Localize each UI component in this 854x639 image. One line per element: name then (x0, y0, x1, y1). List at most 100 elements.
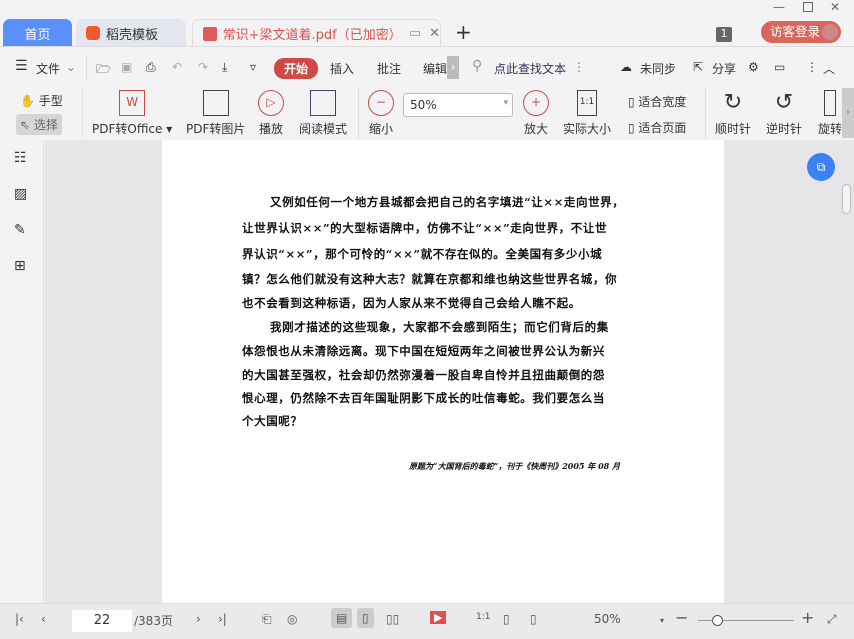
divider (705, 88, 706, 138)
zoom-level[interactable]: 50% (594, 612, 621, 626)
file-menu[interactable]: 文件 (36, 60, 60, 77)
more-icon[interactable]: ⋮ (573, 60, 585, 74)
zoom-slider[interactable] (698, 615, 794, 626)
zoom-dropdown-icon[interactable]: ▾ (660, 616, 664, 625)
save-icon[interactable]: ▣ (121, 60, 132, 74)
label: 缩小 (368, 122, 393, 136)
select-tool[interactable]: ⇖ 选择 (16, 114, 62, 135)
menu-icon[interactable]: ☰ (15, 58, 28, 74)
fullscreen-icon[interactable]: ⤢ (827, 612, 837, 627)
fit-width-icon[interactable]: ▯ (530, 612, 537, 626)
convert-icon[interactable]: ⊞ (14, 258, 26, 274)
play-icon: ▷ (258, 90, 284, 116)
tab-count-badge[interactable]: 1 (716, 27, 732, 42)
minimize-button[interactable]: — (773, 0, 785, 14)
pdf-to-office-button[interactable]: W PDF转Office ▾ (92, 90, 172, 137)
new-tab-button[interactable]: + (455, 20, 472, 44)
fit-width-button[interactable]: ▯ 适合宽度 (628, 93, 686, 110)
collapse-icon[interactable]: ︿ (823, 60, 835, 77)
zoom-out-button[interactable]: − (675, 608, 688, 627)
paragraph-line: 镇？怎么他们就没有这种大志？就算在京都和维也纳这些世界名城，你 (242, 272, 618, 286)
share-button[interactable]: 分享 (712, 60, 736, 77)
more-dropdown-icon[interactable]: ▿ (250, 60, 256, 74)
actual-size-icon[interactable]: 1:1 (476, 612, 490, 622)
annotation-icon[interactable]: ✎ (14, 222, 26, 238)
page-input[interactable]: 22 (72, 610, 132, 632)
zoom-select[interactable]: 50% ▾ (403, 93, 513, 117)
search-icon[interactable]: ⚲ (472, 58, 482, 74)
paragraph-line: 界认识“××”，那个可怜的“××”就不存在似的。全美国有多少小城 (242, 247, 603, 261)
paragraph-line: 又例如任何一个地方县城都会把自己的名字填进“让××走向世界， (270, 195, 625, 209)
search-text-button[interactable]: 点此查找文本 (494, 60, 566, 77)
double-page-icon[interactable]: ▯▯ (386, 612, 399, 626)
book-icon (310, 90, 336, 116)
scrollbar-thumb[interactable] (842, 184, 851, 214)
zoom-in-button[interactable]: + (801, 608, 814, 627)
zoom-out-button[interactable]: − 缩小 (368, 90, 394, 137)
more-options-icon[interactable]: ⋮ (806, 60, 818, 74)
float-convert-button[interactable]: ⧉ (807, 153, 835, 181)
login-button[interactable]: 访客登录 (761, 21, 841, 43)
tab-annotate[interactable]: 批注 (377, 60, 401, 77)
continuous-view-icon[interactable]: ▤ (331, 608, 353, 628)
thumbnails-icon[interactable]: ☷ (14, 150, 27, 166)
share-icon[interactable]: ⇱ (693, 60, 703, 74)
tab-start[interactable]: 开始 (274, 58, 319, 79)
image-icon[interactable]: ▨ (14, 186, 27, 202)
tab-pdf[interactable]: 常识+梁文道着.pdf（已加密） ▭ ✕ (192, 19, 441, 47)
toolbar-scroll-right[interactable]: › (842, 88, 854, 138)
fit-page-button[interactable]: ▯ 适合页面 (628, 119, 686, 136)
pin-icon[interactable]: ▭ (409, 26, 421, 41)
settings-icon[interactable]: ⚙ (748, 60, 759, 74)
zoom-in-button[interactable]: + 放大 (523, 90, 549, 137)
open-icon[interactable]: 🗁 (96, 60, 111, 81)
paragraph-line: 也不会看到这种标语，因为人家从来不觉得自己会给人瞧不起。 (242, 296, 581, 310)
tab-insert[interactable]: 插入 (330, 60, 354, 77)
pdf-to-word-icon: W (119, 90, 146, 116)
paragraph-line: 体怨恨也从未清除远离。现下中国在短短两年之间被世界公认为新兴 (242, 344, 605, 358)
first-page-button[interactable]: |‹ (15, 612, 24, 626)
undo-icon[interactable]: ↶ (172, 60, 182, 74)
divider (0, 46, 854, 47)
back-icon[interactable]: ⎗ (262, 612, 272, 627)
eye-protection-icon[interactable]: ◎ (287, 612, 297, 626)
rotate-counterclockwise-button[interactable]: ↺ 逆时针 (766, 90, 802, 137)
close-window-button[interactable]: ✕ (830, 0, 840, 14)
pdf-to-image-button[interactable]: PDF转图片 (186, 90, 245, 137)
play-icon[interactable]: ▶ (430, 611, 447, 624)
read-mode-button[interactable]: 阅读模式 (299, 90, 347, 137)
actual-size-button[interactable]: 1:1 实际大小 (563, 90, 611, 137)
redo-icon[interactable]: ↷ (198, 60, 208, 74)
hand-tool[interactable]: ✋ 手型 (20, 92, 63, 109)
left-sidebar: ☷ ▨ ✎ ⊞ (0, 140, 44, 603)
scroll-right-icon[interactable]: › (447, 56, 459, 79)
avatar-icon (822, 24, 838, 40)
tab-edit[interactable]: 编辑 (423, 60, 447, 77)
label: 适合页面 (638, 121, 687, 135)
label: PDF转Office (92, 122, 163, 136)
rotate-icon (824, 90, 836, 116)
chevron-down-icon[interactable]: ⌄ (66, 60, 76, 74)
tab-home[interactable]: 首页 (3, 19, 72, 47)
divider (86, 56, 87, 80)
single-page-icon[interactable]: ▯ (357, 608, 374, 628)
cloud-icon[interactable]: ☁ (620, 60, 632, 74)
next-page-button[interactable]: › (196, 612, 201, 626)
feedback-icon[interactable]: ▭ (774, 60, 785, 74)
tab-docer[interactable]: 稻壳模板 (76, 19, 186, 47)
fit-page-icon[interactable]: ▯ (503, 612, 510, 626)
rotate-button[interactable]: 旋转 (818, 90, 842, 137)
print-icon[interactable]: ⎙ (146, 60, 156, 75)
label: 逆时针 (766, 122, 803, 136)
export-icon[interactable]: ⤓ (222, 60, 227, 75)
rotate-ccw-icon: ↺ (774, 90, 794, 115)
last-page-button[interactable]: ›| (218, 612, 227, 626)
play-button[interactable]: ▷ 播放 (258, 90, 284, 137)
sync-status[interactable]: 未同步 (640, 60, 676, 77)
login-label: 访客登录 (770, 24, 821, 39)
divider (82, 88, 83, 138)
close-tab-icon[interactable]: ✕ (429, 26, 440, 41)
prev-page-button[interactable]: ‹ (41, 612, 46, 626)
rotate-clockwise-button[interactable]: ↻ 顺时针 (715, 90, 751, 137)
maximize-button[interactable] (803, 2, 813, 12)
